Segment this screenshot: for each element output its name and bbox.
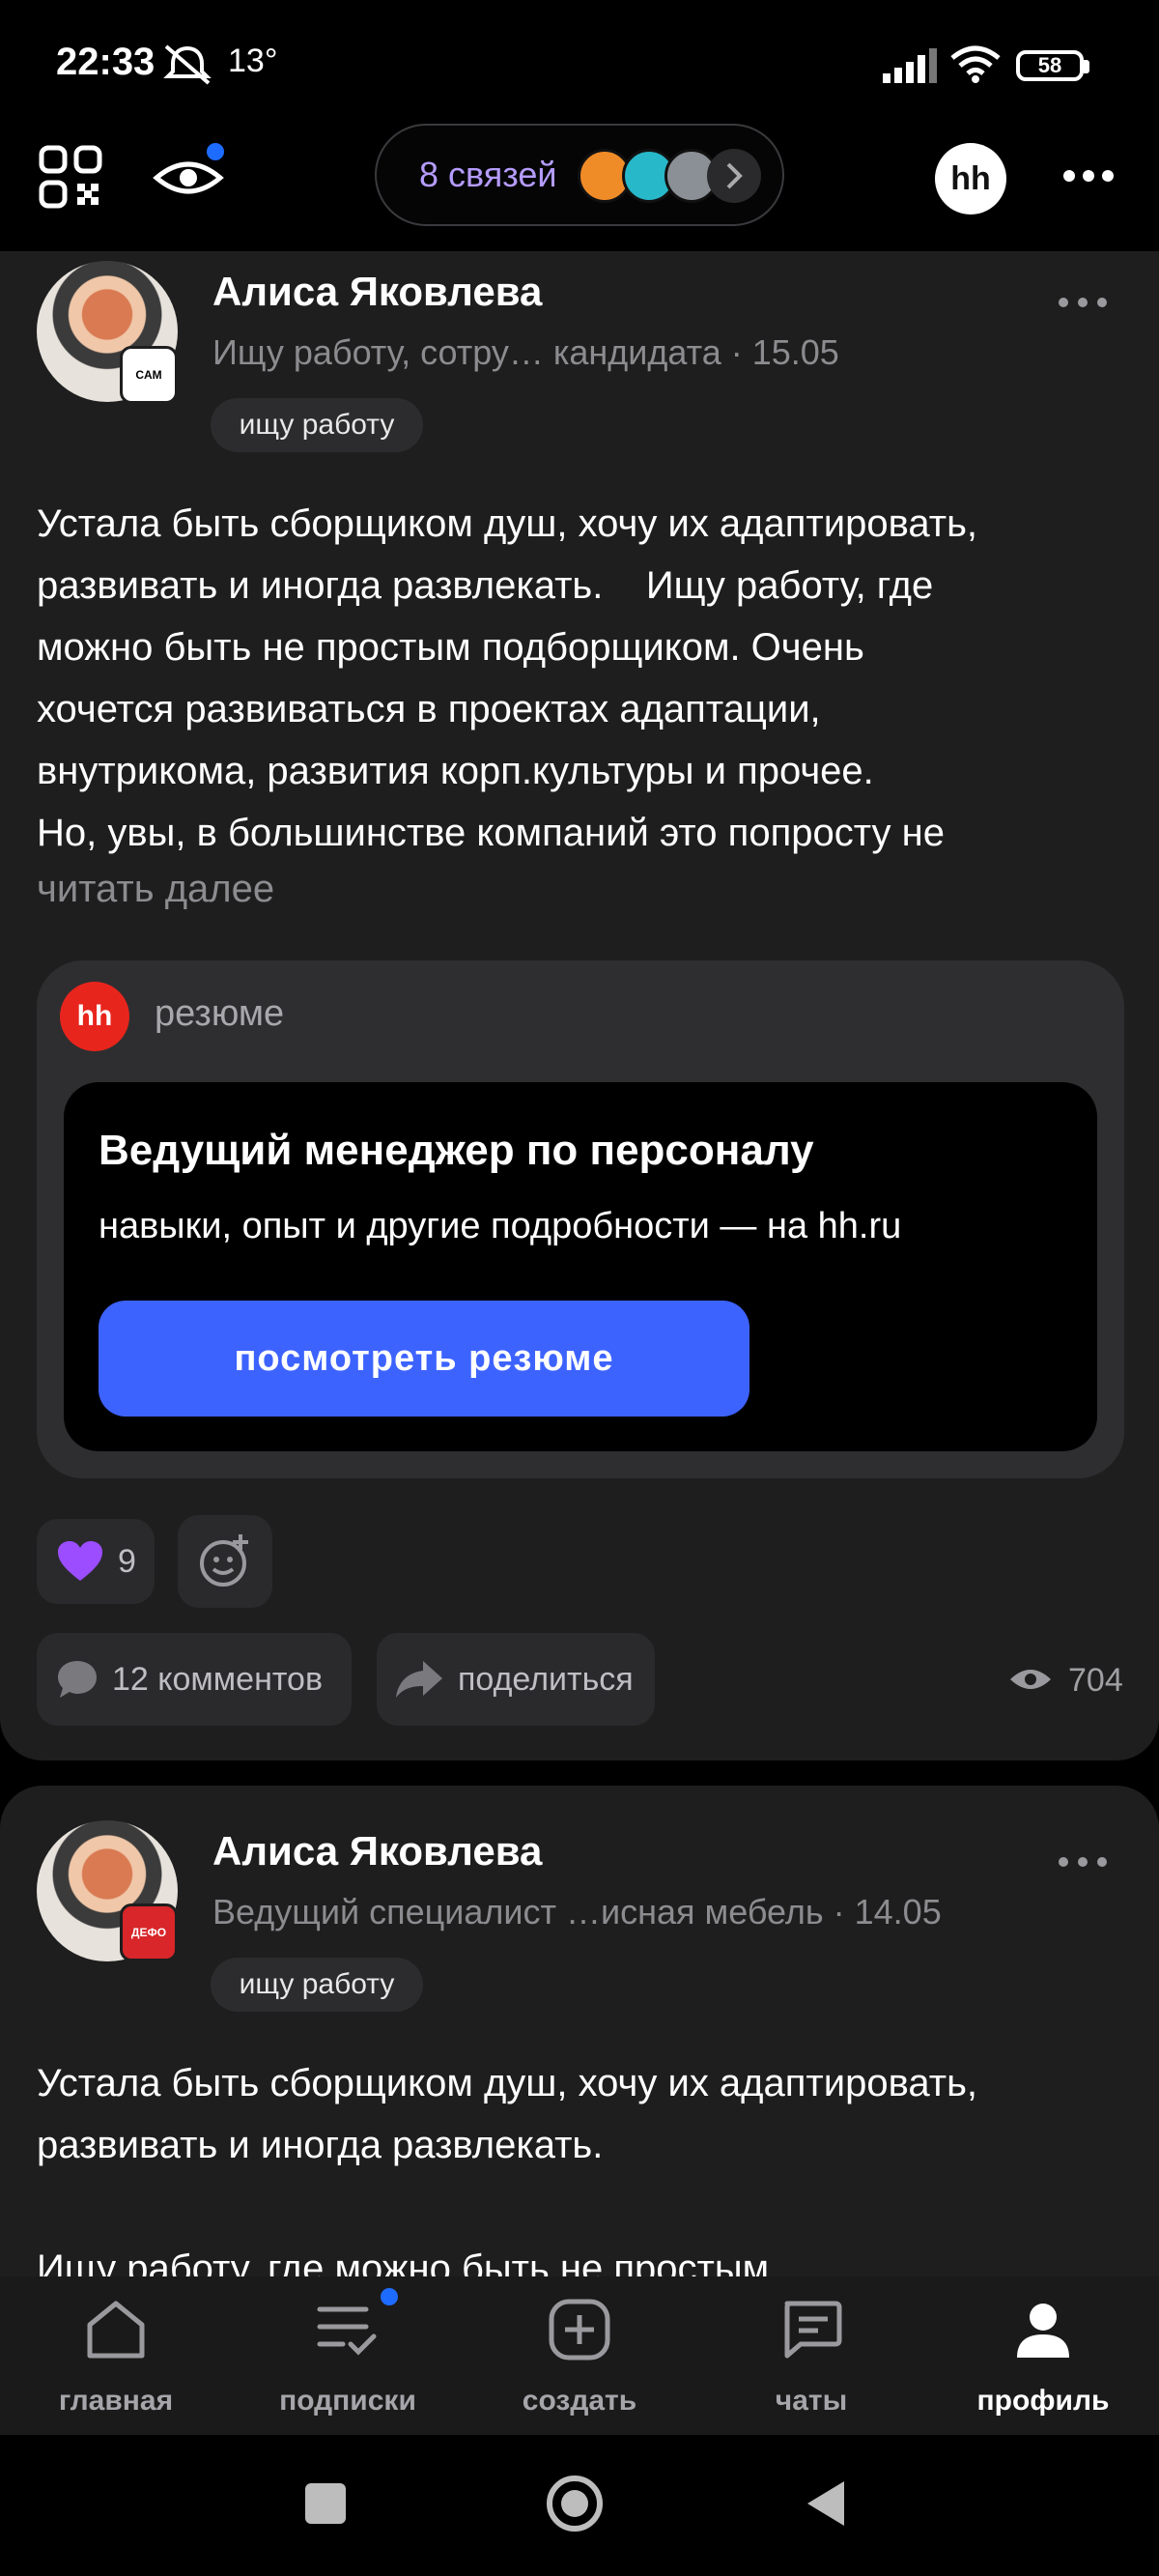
author-name[interactable]: Алиса Яковлева bbox=[212, 269, 542, 315]
recent-apps-button[interactable] bbox=[305, 2483, 346, 2524]
nav-chats-label: чаты bbox=[775, 2385, 848, 2417]
create-plus-icon bbox=[549, 2299, 610, 2361]
share-icon bbox=[396, 1661, 442, 1698]
chevron-right-icon bbox=[726, 162, 743, 189]
connections-label: 8 связей bbox=[419, 155, 557, 194]
add-emoji-icon bbox=[200, 1534, 248, 1587]
home-button[interactable] bbox=[545, 2474, 605, 2533]
wifi-icon bbox=[950, 45, 1001, 83]
post-text: Устала быть сборщиком душ, хочу их адапт… bbox=[37, 2062, 978, 2276]
view-resume-button[interactable]: посмотреть резюме bbox=[99, 1301, 749, 1417]
system-navigation-bar bbox=[0, 2435, 1159, 2576]
share-button[interactable]: поделиться bbox=[377, 1633, 655, 1726]
hh-profile-button[interactable]: hh bbox=[935, 143, 1006, 215]
visibility-notification-dot bbox=[207, 143, 224, 160]
reaction-count: 9 bbox=[118, 1542, 136, 1580]
chat-icon bbox=[784, 2301, 842, 2359]
nav-profile[interactable]: профиль bbox=[927, 2276, 1159, 2435]
views-eye-icon bbox=[1010, 1670, 1051, 1689]
visibility-button[interactable] bbox=[153, 143, 230, 207]
hh-logo: hh bbox=[60, 982, 129, 1051]
back-button[interactable] bbox=[802, 2477, 848, 2530]
battery-indicator: 58 bbox=[1016, 50, 1084, 81]
post-menu-icon[interactable] bbox=[1057, 294, 1109, 311]
nav-create[interactable]: создать bbox=[464, 2276, 695, 2435]
company-badge-text: CAM bbox=[135, 368, 162, 382]
bottom-navigation: главная подписки создать чаты профиль bbox=[0, 2276, 1159, 2435]
subscriptions-notification-dot bbox=[381, 2288, 398, 2305]
qr-code-icon[interactable] bbox=[39, 145, 102, 209]
nav-create-label: создать bbox=[522, 2385, 637, 2417]
post-text: Устала быть сборщиком душ, хочу их адапт… bbox=[37, 502, 978, 854]
status-chip: ищу работу bbox=[211, 398, 423, 452]
author-subtitle: Ведущий специалист …исная мебель · 14.05 bbox=[212, 1892, 942, 1932]
resume-title: Ведущий менеджер по персоналу bbox=[99, 1127, 814, 1174]
status-temperature: 13° bbox=[228, 43, 278, 79]
nav-home[interactable]: главная bbox=[0, 2276, 232, 2435]
nav-chats[interactable]: чаты bbox=[695, 2276, 927, 2435]
status-time: 22:33 bbox=[56, 41, 155, 83]
nav-subscriptions-label: подписки bbox=[279, 2385, 416, 2417]
author-name[interactable]: Алиса Яковлева bbox=[212, 1828, 542, 1875]
subscriptions-icon bbox=[317, 2306, 377, 2356]
share-label: поделиться bbox=[458, 1660, 634, 1698]
comments-button[interactable]: 12 комментов bbox=[37, 1633, 352, 1726]
reaction-heart-button[interactable]: 9 bbox=[37, 1519, 155, 1604]
add-reaction-button[interactable] bbox=[178, 1515, 272, 1608]
nav-home-label: главная bbox=[58, 2385, 174, 2417]
company-badge-text: ДЕФО bbox=[130, 1926, 167, 1939]
home-icon bbox=[87, 2301, 145, 2359]
views-count: 704 bbox=[1068, 1662, 1123, 1699]
more-menu-icon[interactable] bbox=[1062, 166, 1115, 186]
post-text-clip: Устала быть сборщиком душ, хочу их адапт… bbox=[0, 2048, 1159, 2276]
connections-chevron bbox=[707, 149, 761, 203]
profile-icon bbox=[1017, 2304, 1069, 2358]
comment-icon bbox=[58, 1661, 97, 1698]
notifications-muted-icon bbox=[163, 44, 212, 85]
author-subtitle: Ищу работу, сотру… кандидата · 15.05 bbox=[212, 332, 839, 372]
battery-tip bbox=[1084, 60, 1089, 73]
resume-description: навыки, опыт и другие подробности — на h… bbox=[99, 1206, 902, 1246]
purple-heart-icon bbox=[58, 1541, 102, 1581]
company-badge: ДЕФО bbox=[120, 1903, 178, 1961]
company-badge: CAM bbox=[120, 346, 178, 404]
nav-subscriptions[interactable]: подписки bbox=[232, 2276, 464, 2435]
read-more-link[interactable]: читать далее bbox=[37, 868, 274, 911]
nav-profile-label: профиль bbox=[976, 2385, 1110, 2417]
attachment-label: резюме bbox=[155, 993, 285, 1034]
status-chip: ищу работу bbox=[211, 1958, 423, 2012]
post-menu-icon[interactable] bbox=[1057, 1853, 1109, 1871]
comments-label: 12 комментов bbox=[112, 1660, 324, 1698]
cellular-signal-icon bbox=[883, 48, 937, 83]
